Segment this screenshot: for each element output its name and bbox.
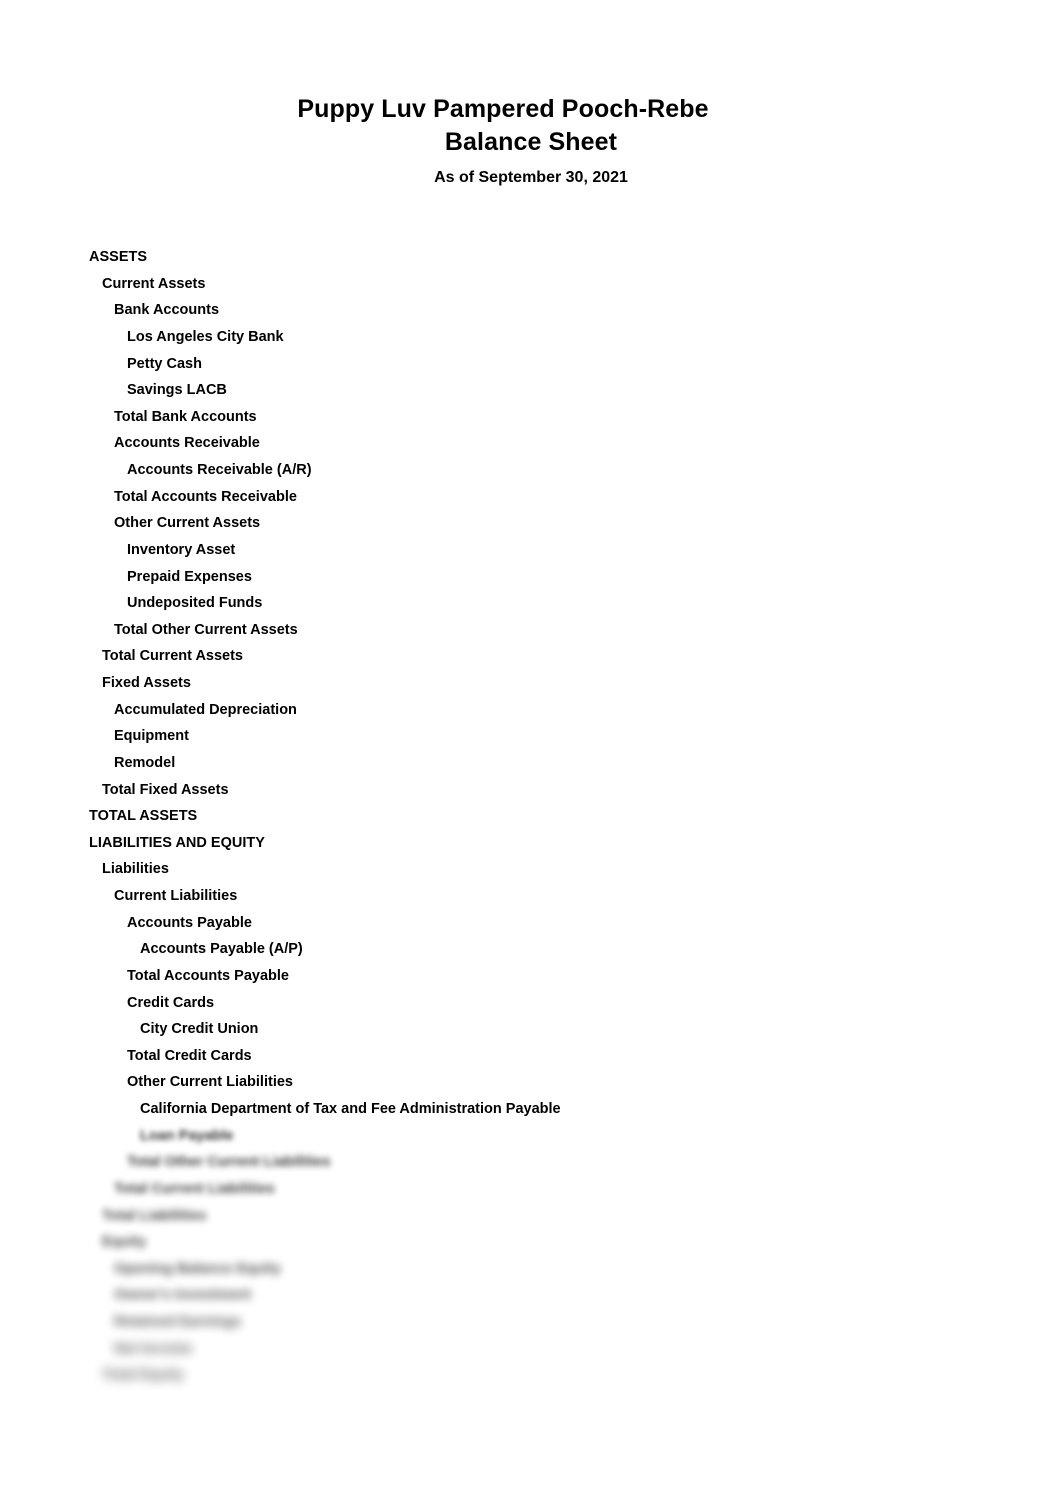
account-label: Total Other Current Assets <box>114 621 298 638</box>
account-row: Accounts Payable <box>0 914 1062 941</box>
account-label: Undeposited Funds <box>127 595 263 612</box>
report-period: As of September 30, 2021 <box>434 169 628 186</box>
account-label: Remodel <box>114 754 176 771</box>
account-label: Savings LACB <box>127 382 227 399</box>
report-header: Puppy Luv Pampered Pooch-Rebe Balance Sh… <box>0 93 1062 189</box>
account-label: Accounts Receivable <box>114 435 260 452</box>
account-label: Current Liabilities <box>114 888 238 904</box>
account-label: Retained Earnings <box>114 1314 242 1330</box>
account-row: Current Liabilities <box>0 887 1062 914</box>
account-label: City Credit Union <box>140 1021 259 1038</box>
account-row: Total Bank Accounts <box>0 408 1062 435</box>
account-row: Prepaid Expenses <box>0 568 1062 595</box>
balance-sheet-page: Puppy Luv Pampered Pooch-Rebe Balance Sh… <box>0 0 1062 1506</box>
account-row: Accounts Payable (A/P) <box>0 940 1062 967</box>
account-row: Total Current Assets <box>0 647 1062 674</box>
account-row: Petty Cash <box>0 355 1062 382</box>
account-label: Fixed Assets <box>102 675 191 691</box>
account-label: Total Fixed Assets <box>102 781 229 798</box>
account-row: ASSETS <box>0 248 1062 275</box>
account-row: California Department of Tax and Fee Adm… <box>0 1100 1062 1127</box>
account-label: Total Bank Accounts <box>114 408 257 425</box>
account-row: Equity <box>0 1233 1062 1260</box>
account-label: TOTAL ASSETS <box>89 808 198 825</box>
account-label: Inventory Asset <box>127 541 236 558</box>
account-label: Total Liabilities <box>102 1207 207 1224</box>
account-row: Opening Balance Equity <box>0 1260 1062 1287</box>
account-rows: ASSETS Current Assets Bank Accounts Los Ang… <box>0 248 1062 1393</box>
account-label: Other Current Assets <box>114 515 261 532</box>
account-label: Credit Cards <box>127 994 215 1011</box>
account-row: Equipment <box>0 727 1062 754</box>
account-row: Accumulated Depreciation <box>0 701 1062 728</box>
account-row: Total Other Current Liabilities <box>0 1153 1062 1180</box>
account-row: Other Current Assets <box>0 514 1062 541</box>
account-label: LIABILITIES AND EQUITY <box>89 834 265 851</box>
account-label: Other Current Liabilities <box>127 1074 293 1091</box>
account-label: Equity <box>102 1234 147 1251</box>
account-row: Credit Cards <box>0 994 1062 1021</box>
account-row: Loan Payable <box>0 1127 1062 1154</box>
account-label: Total Credit Cards <box>127 1047 252 1064</box>
account-label: Total Current Assets <box>102 648 243 665</box>
account-row: Fixed Assets <box>0 674 1062 701</box>
account-label: Total Accounts Receivable <box>114 488 297 505</box>
account-label: Prepaid Expenses <box>127 568 252 585</box>
report-title: Balance Sheet <box>444 128 618 156</box>
account-row: Total Current Liabilities <box>0 1180 1062 1207</box>
account-row: Owner's Investment <box>0 1286 1062 1313</box>
account-row: Liabilities <box>0 860 1062 887</box>
account-row: Total Credit Cards <box>0 1047 1062 1074</box>
account-row: Savings LACB <box>0 381 1062 408</box>
account-label: Accumulated Depreciation <box>114 701 297 718</box>
account-row: Bank Accounts <box>0 301 1062 328</box>
account-label: Net Income <box>114 1340 193 1357</box>
account-label: Total Equity <box>102 1367 184 1384</box>
account-row: TOTAL ASSETS <box>0 807 1062 834</box>
account-label: Loan Payable <box>140 1127 234 1144</box>
account-label: Liabilities <box>102 861 169 878</box>
account-row: Los Angeles City Bank <box>0 328 1062 355</box>
account-row: LIABILITIES AND EQUITY <box>0 834 1062 861</box>
account-label: California Department of Tax and Fee Adm… <box>140 1101 561 1117</box>
account-label: Total Other Current Liabilities <box>127 1154 331 1171</box>
account-row: Inventory Asset <box>0 541 1062 568</box>
account-row: Total Equity <box>0 1366 1062 1393</box>
account-row: Accounts Receivable (A/R) <box>0 461 1062 488</box>
account-label: Opening Balance Equity <box>114 1260 281 1277</box>
company-name: Puppy Luv Pampered Pooch-Rebe <box>297 95 709 123</box>
account-row: Retained Earnings <box>0 1313 1062 1340</box>
account-row: Total Accounts Payable <box>0 967 1062 994</box>
account-row: Total Other Current Assets <box>0 621 1062 648</box>
account-row: Total Liabilities <box>0 1207 1062 1234</box>
account-label: Bank Accounts <box>114 302 220 319</box>
account-label: ASSETS <box>89 249 148 265</box>
account-label: Current Assets <box>102 275 206 292</box>
account-label: Equipment <box>114 728 189 745</box>
account-label: Petty Cash <box>127 355 202 372</box>
account-label: Los Angeles City Bank <box>127 328 284 345</box>
account-label: Total Current Liabilities <box>114 1180 275 1197</box>
account-row: Net Income <box>0 1340 1062 1367</box>
account-row: Total Accounts Receivable <box>0 488 1062 515</box>
account-label: Accounts Payable <box>127 914 252 931</box>
account-row: Current Assets <box>0 275 1062 302</box>
account-row: Total Fixed Assets <box>0 781 1062 808</box>
account-row: Accounts Receivable <box>0 434 1062 461</box>
account-label: Accounts Payable (A/P) <box>140 941 303 958</box>
account-label: Total Accounts Payable <box>127 967 289 984</box>
account-row: Other Current Liabilities <box>0 1073 1062 1100</box>
account-row: Remodel <box>0 754 1062 781</box>
account-row: Undeposited Funds <box>0 594 1062 621</box>
account-label: Owner's Investment <box>114 1287 252 1304</box>
account-row: City Credit Union <box>0 1020 1062 1047</box>
account-label: Accounts Receivable (A/R) <box>127 462 312 478</box>
